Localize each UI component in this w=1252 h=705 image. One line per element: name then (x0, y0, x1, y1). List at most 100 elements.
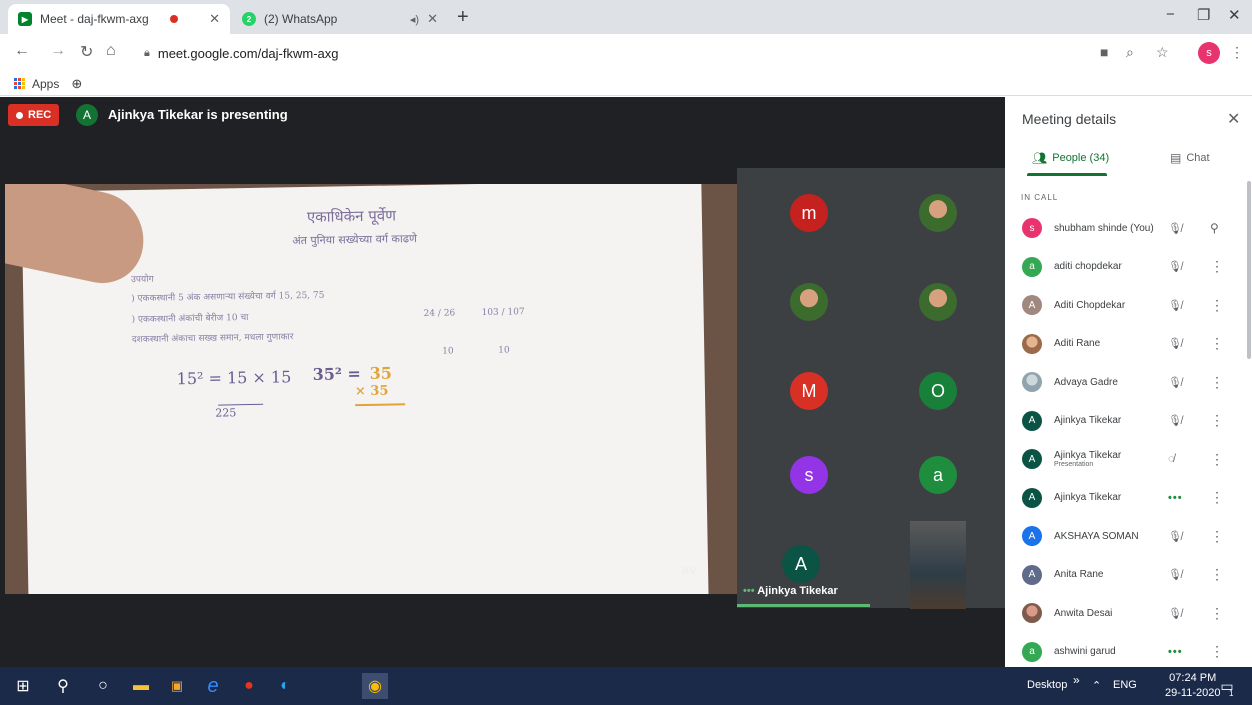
tray-expand-icon[interactable]: ⌃ (1092, 679, 1101, 692)
file-explorer-icon[interactable]: ▬ (128, 673, 154, 699)
list-item[interactable]: s shubham shinde (You) 🎙︎̸ ⚲ (1005, 209, 1245, 248)
language-indicator[interactable]: ENG (1113, 679, 1137, 691)
math-example-2: 35² = (312, 364, 362, 384)
internet-explorer-icon[interactable]: e (200, 673, 226, 699)
avatar: A (1022, 295, 1042, 316)
participant-tile-avatar[interactable]: a (919, 456, 957, 494)
participant-tile-photo[interactable] (790, 283, 828, 321)
more-options-icon[interactable]: ⋮ (1210, 374, 1224, 391)
note-line: दशकस्थानी अंकाचा सख्ख समान, मधला गुणाकार (131, 332, 294, 346)
apps-icon[interactable] (14, 77, 26, 90)
notification-count: 1 (1229, 689, 1234, 698)
more-options-icon[interactable]: ⋮ (1210, 297, 1224, 314)
search-icon[interactable]: ⚲ (50, 673, 76, 699)
participant-tile-avatar[interactable]: O (919, 372, 957, 410)
tab-whatsapp[interactable]: 2 (2) WhatsApp ◂) ✕ (232, 4, 448, 34)
system-clock[interactable]: 07:24 PM 29-11-2020 (1165, 671, 1220, 701)
close-panel-icon[interactable]: ✕ (1227, 109, 1240, 129)
participant-tile-avatar[interactable]: A (782, 545, 820, 583)
notifications-icon[interactable]: ▭ (1214, 673, 1240, 699)
speaking-indicator-icon: ••• (743, 585, 755, 597)
list-item[interactable]: A Aditi Chopdekar 🎙︎̸ ⋮ (1005, 286, 1245, 325)
list-item[interactable]: a ashwini garud ••• ⋮ (1005, 633, 1245, 672)
list-item[interactable]: A Ajinkya Tikekar Presentation ◌̸ ⋮ (1005, 440, 1245, 479)
underline (355, 403, 406, 407)
url-text: meet.google.com/daj-fkwm-axg (157, 45, 339, 61)
more-options-icon[interactable]: ⋮ (1210, 566, 1224, 583)
participant-name: aditi chopdekar (1054, 261, 1122, 273)
more-options-icon[interactable]: ⋮ (1210, 643, 1224, 660)
address-bar[interactable]: 🔒︎ meet.google.com/daj-fkwm-axg (136, 39, 1096, 67)
more-options-icon[interactable]: ⋮ (1210, 258, 1224, 275)
participant-tile-avatar[interactable]: m (790, 194, 828, 232)
avatar: a (1022, 641, 1042, 662)
camera-icon[interactable]: ■ (1100, 44, 1108, 60)
note-line: ) एककस्थानी अंकांची बेरीज 10 चा (131, 313, 249, 326)
list-item[interactable]: A Anita Rane 🎙︎̸ ⋮ (1005, 556, 1245, 595)
participant-name-text: Ajinkya Tikekar (1054, 450, 1122, 462)
home-icon[interactable]: ⌂ (106, 42, 116, 60)
clock-date: 29-11-2020 (1165, 687, 1221, 699)
zoom-icon[interactable]: ⌕ (1126, 44, 1134, 61)
globe-icon[interactable]: ⊕ (71, 76, 82, 92)
back-icon[interactable]: ← (14, 42, 30, 60)
participant-tile-photo[interactable] (919, 194, 957, 232)
tab-chat[interactable]: ▤ Chat (1170, 151, 1210, 165)
mic-off-icon: 🎙︎̸ (1168, 607, 1182, 620)
opera-icon[interactable]: ● (236, 673, 262, 699)
presenter-avatar: A (76, 104, 98, 126)
participant-tile-avatar[interactable]: s (790, 456, 828, 494)
list-item[interactable]: Advaya Gadre 🎙︎̸ ⋮ (1005, 363, 1245, 402)
apps-label[interactable]: Apps (32, 77, 59, 91)
math-example-2-times: × 35 (354, 383, 389, 400)
participant-tile-avatar[interactable]: M (790, 372, 828, 410)
tab-meet[interactable]: ▶ Meet - daj-fkwm-axg ✕ (8, 4, 230, 34)
mic-off-icon: 🎙︎̸ (1168, 376, 1182, 389)
meet-icon: ▶ (18, 12, 32, 26)
list-item[interactable]: Anwita Desai 🎙︎̸ ⋮ (1005, 594, 1245, 633)
windows-start-icon[interactable]: ⊞ (10, 673, 36, 699)
more-options-icon[interactable]: ⋮ (1210, 605, 1224, 622)
edge-icon[interactable]: ◐ (272, 673, 298, 699)
list-item[interactable]: A Ajinkya Tikekar ••• ⋮ (1005, 479, 1245, 518)
tab-people[interactable]: 👥︎ People (34) (1032, 151, 1109, 165)
more-options-icon[interactable]: ⋮ (1210, 412, 1224, 429)
menu-icon[interactable]: ⋮ (1230, 44, 1244, 61)
speaker-icon[interactable]: ◂) (410, 13, 419, 26)
browser-tab-bar: ▶ Meet - daj-fkwm-axg ✕ 2 (2) WhatsApp ◂… (0, 0, 1252, 34)
forward-icon[interactable]: → (50, 42, 66, 60)
toolbar-overflow-icon[interactable]: » (1073, 673, 1080, 687)
cortana-icon[interactable]: ○ (90, 673, 116, 699)
clock-time: 07:24 PM (1169, 672, 1217, 684)
office-icon[interactable]: ▣ (164, 673, 190, 699)
windows-taskbar: ⊞ ⚲ ○ ▬ ▣ e ● ◐ ◉ Desktop » ⌃ ENG 07:24 … (0, 667, 1252, 705)
new-tab-button[interactable]: + (457, 6, 469, 29)
minimize-button[interactable]: − (1166, 6, 1175, 23)
pin-icon[interactable]: ⚲ (1210, 221, 1219, 235)
chrome-icon[interactable]: ◉ (362, 673, 388, 699)
more-options-icon[interactable]: ⋮ (1210, 335, 1224, 352)
close-tab-icon[interactable]: ✕ (427, 11, 438, 27)
list-item[interactable]: A Ajinkya Tikekar 🎙︎̸ ⋮ (1005, 402, 1245, 441)
bookmark-star-icon[interactable]: ☆ (1156, 44, 1169, 61)
panel-scrollbar[interactable] (1247, 181, 1251, 359)
restore-button[interactable]: ❐ (1197, 6, 1210, 24)
avatar-photo (1022, 603, 1042, 624)
close-window-button[interactable]: ✕ (1228, 6, 1241, 24)
page-subheading: अंत पुनिया सख्येच्या वर्ग काढणे (292, 232, 418, 248)
reload-icon[interactable]: ↻ (80, 42, 93, 62)
list-item[interactable]: Aditi Rane 🎙︎̸ ⋮ (1005, 325, 1245, 364)
more-options-icon[interactable]: ⋮ (1210, 528, 1224, 545)
mic-off-icon: 🎙︎̸ (1168, 338, 1182, 351)
list-item[interactable]: A AKSHAYA SOMAN 🎙︎̸ ⋮ (1005, 517, 1245, 556)
participant-video[interactable] (910, 521, 966, 609)
more-options-icon[interactable]: ⋮ (1210, 489, 1224, 506)
note-line: उपयोग (130, 274, 154, 286)
more-options-icon[interactable]: ⋮ (1210, 451, 1224, 468)
close-tab-icon[interactable]: ✕ (209, 11, 220, 27)
participant-tile-photo[interactable] (919, 283, 957, 321)
desktop-toolbar-label[interactable]: Desktop (1027, 679, 1067, 691)
browser-toolbar: ← → ↻ ⌂ 🔒︎ meet.google.com/daj-fkwm-axg … (0, 34, 1252, 72)
profile-avatar[interactable]: s (1198, 42, 1220, 64)
list-item[interactable]: a aditi chopdekar 🎙︎̸ ⋮ (1005, 248, 1245, 287)
